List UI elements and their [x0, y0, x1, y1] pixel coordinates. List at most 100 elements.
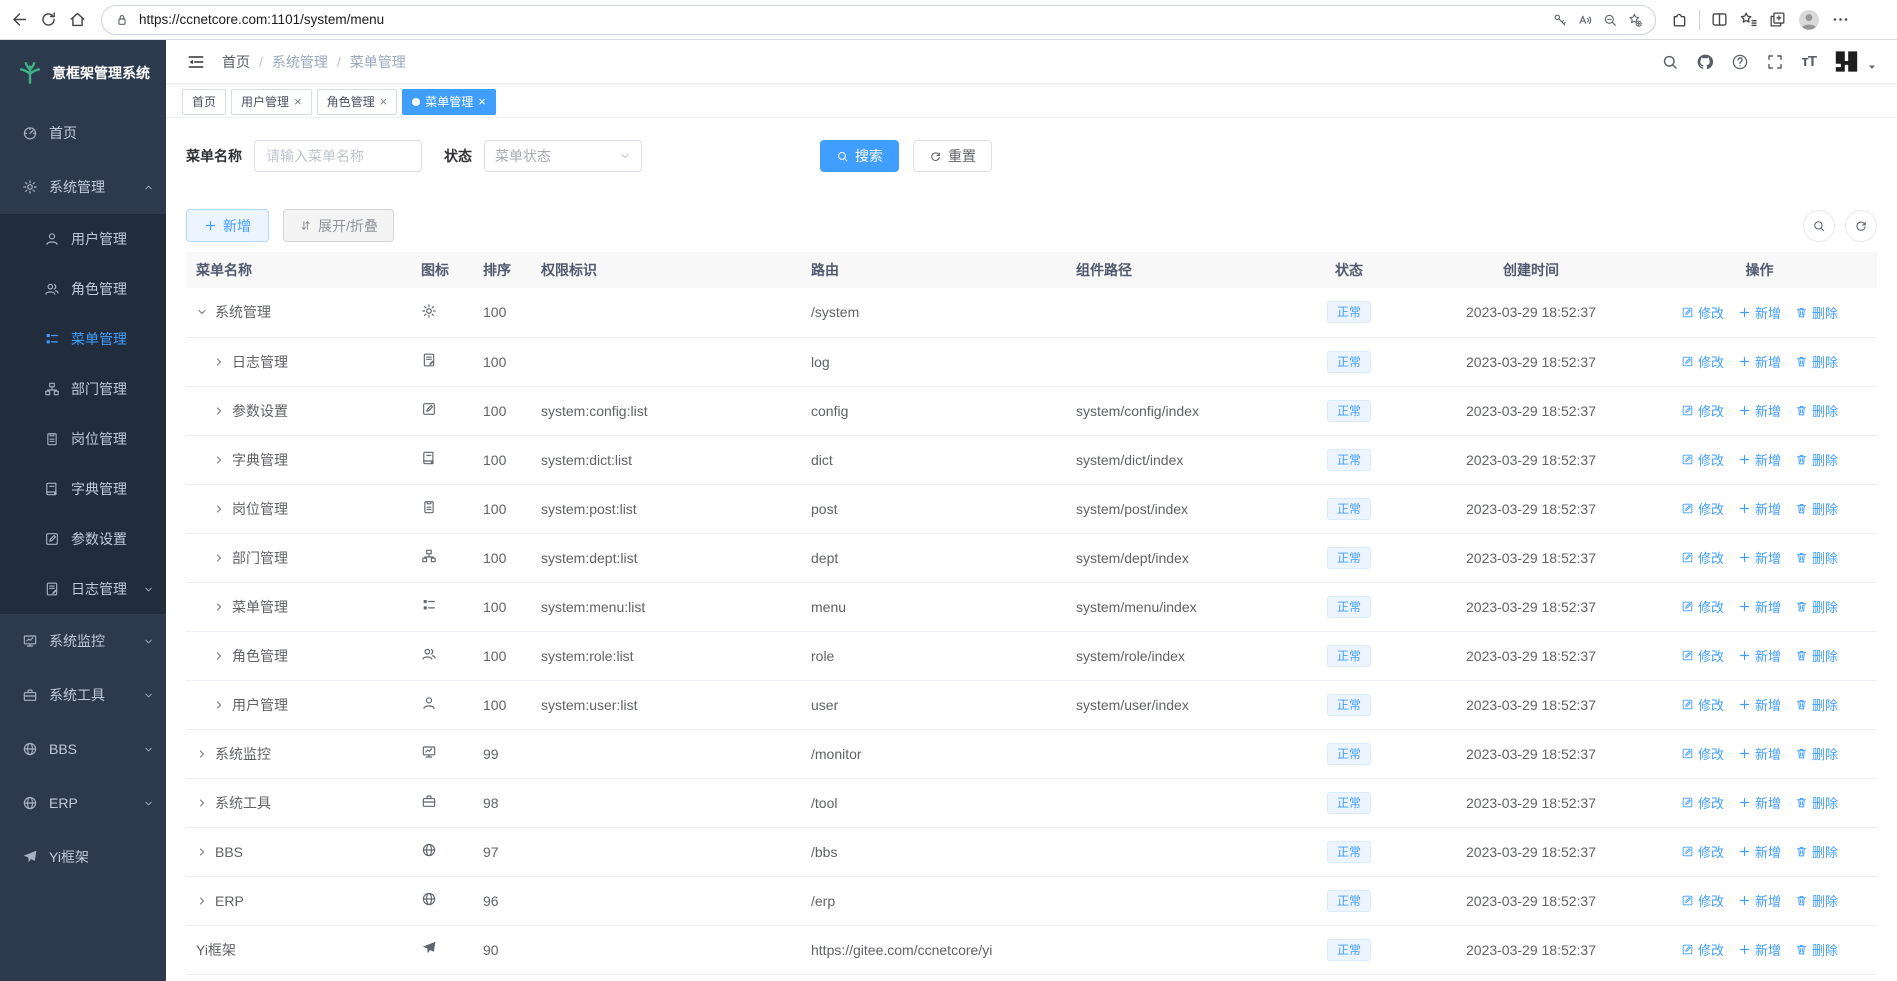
sidebar-item-role-management[interactable]: 角色管理 [0, 264, 166, 314]
edit-action-link[interactable]: 修改 [1681, 940, 1724, 959]
delete-action-link[interactable]: 删除 [1795, 695, 1838, 714]
tab-close-icon[interactable]: × [294, 95, 302, 108]
edit-action-link[interactable]: 修改 [1681, 744, 1724, 763]
add-action-link[interactable]: 新增 [1738, 940, 1781, 959]
github-icon[interactable] [1696, 53, 1714, 71]
collections-icon[interactable] [1768, 10, 1787, 29]
add-action-link[interactable]: 新增 [1738, 695, 1781, 714]
edit-action-link[interactable]: 修改 [1681, 450, 1724, 469]
address-bar[interactable]: https://ccnetcore.com:1101/system/menu [101, 4, 1656, 35]
sidebar-item-system-monitor[interactable]: 系统监控 [0, 614, 166, 668]
row-expand-icon[interactable] [196, 895, 208, 907]
edit-action-link[interactable]: 修改 [1681, 793, 1724, 812]
menu-name-input[interactable] [254, 140, 422, 172]
password-key-icon[interactable] [1552, 12, 1568, 28]
sidebar-item-menu-management[interactable]: 菜单管理 [0, 314, 166, 364]
header-search-icon[interactable] [1661, 53, 1679, 71]
add-action-link[interactable]: 新增 [1738, 352, 1781, 371]
sidebar-item-user-management[interactable]: 用户管理 [0, 214, 166, 264]
sidebar-item-post-management[interactable]: 岗位管理 [0, 414, 166, 464]
expand-collapse-button[interactable]: 展开/折叠 [283, 209, 394, 242]
row-expand-icon[interactable] [196, 797, 208, 809]
fullscreen-icon[interactable] [1766, 53, 1784, 71]
edit-action-link[interactable]: 修改 [1681, 548, 1724, 567]
back-icon[interactable] [10, 10, 29, 29]
delete-action-link[interactable]: 删除 [1795, 450, 1838, 469]
more-menu-icon[interactable] [1831, 10, 1850, 29]
add-action-link[interactable]: 新增 [1738, 842, 1781, 861]
show-search-button[interactable] [1803, 209, 1835, 242]
sidebar-item-yi-framework[interactable]: Yi框架 [0, 830, 166, 884]
sidebar-item-erp[interactable]: ERP [0, 776, 166, 830]
edit-action-link[interactable]: 修改 [1681, 499, 1724, 518]
row-expand-icon[interactable] [213, 552, 225, 564]
sidebar-item-param-settings[interactable]: 参数设置 [0, 514, 166, 564]
add-action-link[interactable]: 新增 [1738, 891, 1781, 910]
sidebar-item-system-management[interactable]: 系统管理 [0, 160, 166, 214]
delete-action-link[interactable]: 删除 [1795, 597, 1838, 616]
add-action-link[interactable]: 新增 [1738, 499, 1781, 518]
edit-action-link[interactable]: 修改 [1681, 891, 1724, 910]
edit-action-link[interactable]: 修改 [1681, 646, 1724, 665]
delete-action-link[interactable]: 删除 [1795, 499, 1838, 518]
edit-action-link[interactable]: 修改 [1681, 695, 1724, 714]
home-icon[interactable] [68, 10, 87, 29]
delete-action-link[interactable]: 删除 [1795, 548, 1838, 567]
edit-action-link[interactable]: 修改 [1681, 352, 1724, 371]
row-expand-icon[interactable] [213, 601, 225, 613]
sidebar-item-dict-management[interactable]: 字典管理 [0, 464, 166, 514]
add-action-link[interactable]: 新增 [1738, 597, 1781, 616]
font-size-icon[interactable]: тT [1801, 53, 1816, 70]
sidebar-item-home[interactable]: 首页 [0, 106, 166, 160]
bing-chat-icon[interactable] [1860, 6, 1887, 33]
tab-user-management[interactable]: 用户管理 × [231, 88, 312, 115]
row-expand-icon[interactable] [196, 846, 208, 858]
add-action-link[interactable]: 新增 [1738, 548, 1781, 567]
zoom-out-icon[interactable] [1602, 12, 1618, 28]
refresh-table-button[interactable] [1845, 209, 1877, 242]
delete-action-link[interactable]: 删除 [1795, 891, 1838, 910]
row-expand-icon[interactable] [196, 748, 208, 760]
read-aloud-icon[interactable] [1577, 12, 1593, 28]
favorite-star-icon[interactable] [1627, 12, 1643, 28]
edit-action-link[interactable]: 修改 [1681, 401, 1724, 420]
row-expand-icon[interactable] [213, 454, 225, 466]
sidebar-toggle-icon[interactable] [186, 52, 206, 72]
refresh-icon[interactable] [39, 10, 58, 29]
status-select[interactable]: 菜单状态 [484, 140, 642, 172]
delete-action-link[interactable]: 删除 [1795, 401, 1838, 420]
tab-menu-management[interactable]: 菜单管理 × [402, 88, 496, 115]
edit-action-link[interactable]: 修改 [1681, 597, 1724, 616]
tab-home[interactable]: 首页 [182, 88, 227, 115]
row-expand-icon[interactable] [213, 503, 225, 515]
delete-action-link[interactable]: 删除 [1795, 842, 1838, 861]
edit-action-link[interactable]: 修改 [1681, 842, 1724, 861]
tab-close-icon[interactable]: × [478, 95, 486, 108]
url-text[interactable]: https://ccnetcore.com:1101/system/menu [139, 12, 1543, 27]
avatar-caret-icon[interactable] [1867, 62, 1877, 72]
sidebar-item-log-management[interactable]: 日志管理 [0, 564, 166, 614]
profile-avatar[interactable] [1797, 8, 1821, 32]
sidebar-item-dept-management[interactable]: 部门管理 [0, 364, 166, 414]
add-action-link[interactable]: 新增 [1738, 646, 1781, 665]
delete-action-link[interactable]: 删除 [1795, 303, 1838, 322]
add-action-link[interactable]: 新增 [1738, 401, 1781, 420]
tab-close-icon[interactable]: × [380, 95, 388, 108]
delete-action-link[interactable]: 删除 [1795, 646, 1838, 665]
breadcrumb-item[interactable]: 系统管理 [272, 52, 328, 72]
row-expand-icon[interactable] [213, 405, 225, 417]
search-button[interactable]: 搜索 [820, 140, 899, 172]
lock-icon[interactable] [114, 12, 130, 28]
add-action-link[interactable]: 新增 [1738, 744, 1781, 763]
edit-action-link[interactable]: 修改 [1681, 303, 1724, 322]
add-action-link[interactable]: 新增 [1738, 450, 1781, 469]
help-icon[interactable] [1731, 53, 1749, 71]
add-action-link[interactable]: 新增 [1738, 793, 1781, 812]
favorites-icon[interactable] [1739, 10, 1758, 29]
delete-action-link[interactable]: 删除 [1795, 352, 1838, 371]
extensions-icon[interactable] [1670, 10, 1689, 29]
reset-button[interactable]: 重置 [913, 140, 992, 172]
row-expand-icon[interactable] [213, 650, 225, 662]
breadcrumb-item[interactable]: 首页 [222, 52, 250, 72]
delete-action-link[interactable]: 删除 [1795, 940, 1838, 959]
